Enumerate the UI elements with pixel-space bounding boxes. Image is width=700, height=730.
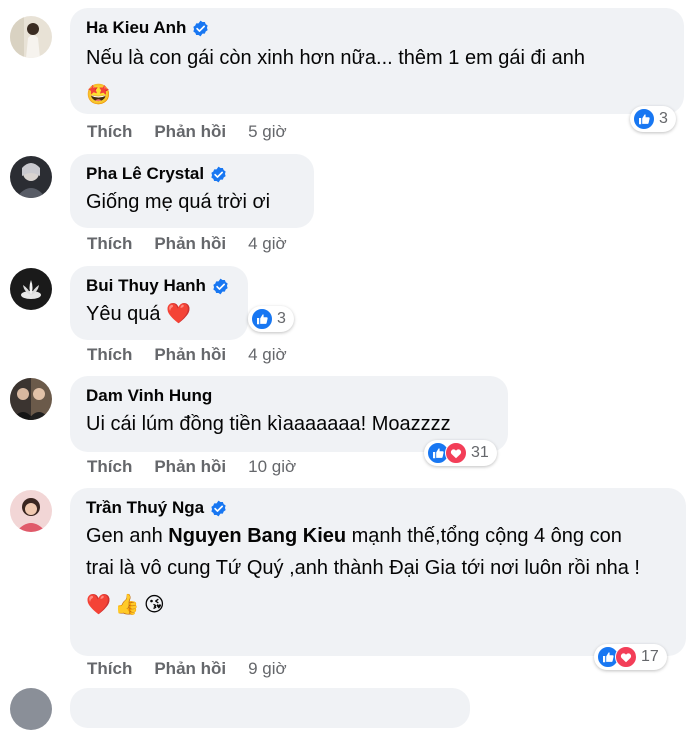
commenter-name[interactable]: Trần Thuý Nga: [86, 498, 204, 518]
comment-bubble: [70, 688, 470, 728]
avatar[interactable]: [10, 268, 52, 310]
like-icon: [633, 108, 655, 130]
timestamp[interactable]: 10 giờ: [248, 457, 296, 477]
comment-actions: Thích Phản hồi 10 giờ: [87, 457, 296, 477]
avatar[interactable]: [10, 16, 52, 58]
reaction-summary[interactable]: 3: [630, 106, 676, 132]
reaction-count: 3: [277, 310, 286, 327]
thumbs-up-emoji-icon: 👍: [114, 594, 140, 616]
commenter-name[interactable]: Pha Lê Crystal: [86, 164, 204, 184]
reply-button[interactable]: Phản hồi: [154, 345, 226, 365]
comment-bubble: Trần Thuý Nga Gen anh Nguyen Bang Kieu m…: [70, 488, 686, 656]
commenter-name[interactable]: Ha Kieu Anh: [86, 18, 186, 38]
comment-bubble: Bui Thuy Hanh Yêu quá ❤️: [70, 266, 248, 340]
comment-bubble: Pha Lê Crystal Giống mẹ quá trời ơi: [70, 154, 314, 228]
verified-badge-icon: [212, 278, 229, 295]
commenter-name[interactable]: Bui Thuy Hanh: [86, 276, 206, 296]
reaction-count: 31: [471, 444, 489, 461]
heart-emoji-icon: ❤️: [86, 594, 111, 616]
comment-actions: Thích Phản hồi 9 giờ: [87, 659, 287, 679]
verified-badge-icon: [210, 166, 227, 183]
comment-text-body: Yêu quá: [86, 303, 161, 325]
reaction-summary[interactable]: 31: [424, 440, 497, 466]
avatar[interactable]: [10, 378, 52, 420]
love-icon: [445, 442, 467, 464]
reaction-count: 3: [659, 110, 668, 127]
love-icon: [615, 646, 637, 668]
comment-text: Nếu là con gái còn xinh hơn nữa... thêm …: [86, 47, 586, 69]
reply-button[interactable]: Phản hồi: [154, 234, 226, 254]
avatar[interactable]: [10, 490, 52, 532]
like-button[interactable]: Thích: [87, 122, 132, 142]
comment-text: Giống mẹ quá trời ơi: [86, 191, 271, 213]
avatar[interactable]: [10, 688, 52, 730]
comment-text: Yêu quá ❤️: [86, 298, 232, 330]
comment-actions: Thích Phản hồi 4 giờ: [87, 234, 287, 254]
timestamp[interactable]: 5 giờ: [248, 122, 287, 142]
timestamp[interactable]: 9 giờ: [248, 659, 287, 679]
star-struck-emoji-icon: 🤩: [86, 84, 111, 106]
comment-actions: Thích Phản hồi 5 giờ: [87, 122, 287, 142]
reaction-count: 17: [641, 648, 659, 665]
reaction-summary[interactable]: 17: [594, 644, 667, 670]
like-button[interactable]: Thích: [87, 659, 132, 679]
comment-text: Ui cái lúm đồng tiền kìaaaaaaa! Moazzzz: [86, 413, 451, 435]
timestamp[interactable]: 4 giờ: [248, 234, 287, 254]
reply-button[interactable]: Phản hồi: [154, 457, 226, 477]
comment-text: Gen anh Nguyen Bang Kieu mạnh thế,tổng c…: [86, 520, 646, 584]
timestamp[interactable]: 4 giờ: [248, 345, 287, 365]
comment-actions: Thích Phản hồi 4 giờ: [87, 345, 287, 365]
verified-badge-icon: [192, 20, 209, 37]
like-button[interactable]: Thích: [87, 234, 132, 254]
heart-emoji-icon: ❤️: [166, 303, 191, 325]
comment-text-prefix: Gen anh: [86, 525, 169, 547]
avatar[interactable]: [10, 156, 52, 198]
like-button[interactable]: Thích: [87, 345, 132, 365]
reaction-summary[interactable]: 3: [248, 306, 294, 332]
tagged-user-link[interactable]: Nguyen Bang Kieu: [168, 525, 346, 547]
kiss-emoji-icon: 😘: [143, 594, 165, 616]
reply-button[interactable]: Phản hồi: [154, 659, 226, 679]
verified-badge-icon: [210, 500, 227, 517]
like-button[interactable]: Thích: [87, 457, 132, 477]
like-icon: [251, 308, 273, 330]
comment-bubble: Ha Kieu Anh Nếu là con gái còn xinh hơn …: [70, 8, 684, 114]
reply-button[interactable]: Phản hồi: [154, 122, 226, 142]
commenter-name[interactable]: Dam Vinh Hung: [86, 386, 212, 406]
